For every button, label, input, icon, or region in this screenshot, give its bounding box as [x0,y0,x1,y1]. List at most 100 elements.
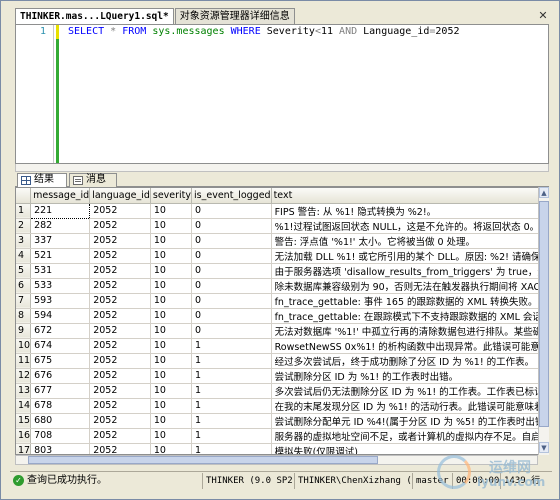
table-cell[interactable]: 803 [30,443,91,454]
column-header-message-id[interactable]: message_id [30,188,91,204]
table-cell[interactable]: 2052 [89,443,151,454]
table-cell[interactable]: 0 [191,248,272,264]
table-cell[interactable]: 10 [150,443,193,454]
row-number[interactable]: 4 [16,248,32,264]
sql-code-line[interactable]: SELECT * FROM sys.messages WHERE Severit… [68,26,460,37]
row-number[interactable]: 5 [16,263,32,279]
table-cell[interactable]: 10 [150,203,193,219]
horizontal-scrollbar[interactable] [15,455,538,465]
table-cell[interactable]: 2052 [89,203,151,219]
table-cell[interactable]: 10 [150,338,193,354]
table-cell[interactable]: 无法对数据库 '%1!' 中孤立行再的清除数据包进行排队。某些磁盘空间可 [271,323,548,339]
table-cell[interactable]: 2052 [89,308,151,324]
editor-horizontal-scrollbar[interactable] [15,164,549,172]
table-cell[interactable]: 10 [150,263,193,279]
column-header-severity[interactable]: severity [150,188,193,204]
table-row[interactable]: 4 521 2052 10 0 无法加载 DLL %1! 或它所引用的某个 DLL。原因:… [16,248,548,264]
table-cell[interactable]: 672 [30,323,91,339]
table-row[interactable]: 6 533 2052 10 0 除未数据库兼容级别为 90，否则无法在触发器执行期间将 X… [16,278,548,294]
table-cell[interactable]: 10 [150,413,193,429]
table-cell[interactable]: 2052 [89,233,151,249]
table-cell[interactable]: 0 [191,203,272,219]
table-cell[interactable]: 594 [30,308,91,324]
scroll-up-icon[interactable]: ▲ [539,187,549,198]
table-cell[interactable]: 10 [150,353,193,369]
table-cell[interactable]: 2052 [89,353,151,369]
table-cell[interactable]: 0 [191,293,272,309]
close-icon[interactable]: ✕ [537,10,549,22]
table-cell[interactable]: 2052 [89,338,151,354]
table-cell[interactable]: 10 [150,368,193,384]
table-cell[interactable]: 无法加载 DLL %1! 或它所引用的某个 DLL。原因: %2! 请确保安装了… [271,248,548,264]
row-number[interactable]: 15 [16,413,32,429]
table-row[interactable]: 9 672 2052 10 0 无法对数据库 '%1!' 中孤立行再的清除数据包进行排队。… [16,323,548,339]
table-cell[interactable]: 533 [30,278,91,294]
table-cell[interactable]: 2052 [89,428,151,444]
row-number[interactable]: 10 [16,338,32,354]
table-row[interactable]: 2 282 2052 10 0 %1!过程试图返回状态 NULL，这是不允许的。将返回状态… [16,218,548,234]
table-cell[interactable]: 674 [30,338,91,354]
table-cell[interactable]: 337 [30,233,91,249]
table-cell[interactable]: 2052 [89,323,151,339]
table-cell[interactable]: fn_trace_gettable: 在跟踪模式下不支持跟踪数据的 XML 会话… [271,308,548,324]
row-number[interactable]: 14 [16,398,32,414]
table-cell[interactable]: 2052 [89,413,151,429]
table-cell[interactable]: 0 [191,323,272,339]
table-cell[interactable]: 1 [191,443,272,454]
vertical-scrollbar[interactable]: ▲ ▼ [538,187,549,455]
grid-corner[interactable] [16,188,32,204]
tab-results[interactable]: 结果 [17,173,67,188]
table-cell[interactable]: 经过多次尝试后，终于成功删除了分区 ID 为 %1! 的工作表。 [271,353,548,369]
table-cell[interactable]: 由于服务器选项 'disallow_results_from_triggers'… [271,263,548,279]
table-cell[interactable]: 1 [191,338,272,354]
scroll-thumb[interactable] [539,201,549,427]
table-cell[interactable]: 10 [150,398,193,414]
table-cell[interactable]: fn_trace_gettable: 事件 165 的跟踪数据的 XML 转换失… [271,293,548,309]
table-cell[interactable]: 677 [30,383,91,399]
table-row[interactable]: 13 677 2052 10 1 多次尝试后仍无法删除分区 ID 为 %1! 的工作表。工… [16,383,548,399]
table-cell[interactable]: 531 [30,263,91,279]
table-cell[interactable]: 593 [30,293,91,309]
column-header-text[interactable]: text [271,188,548,204]
table-row[interactable]: 1 221 2052 10 0 FIPS 警告: 从 %1! 隐式转换为 %2!。 [16,202,548,219]
row-number[interactable]: 13 [16,383,32,399]
table-cell[interactable]: 10 [150,233,193,249]
table-cell[interactable]: 2052 [89,248,151,264]
row-number[interactable]: 11 [16,353,32,369]
table-cell[interactable]: 10 [150,293,193,309]
table-row[interactable]: 17 803 2052 10 1 模拟失败(仅限调试) [16,443,548,454]
table-cell[interactable]: 521 [30,248,91,264]
column-header-is-event-logged[interactable]: is_event_logged [191,188,272,204]
table-row[interactable]: 8 594 2052 10 0 fn_trace_gettable: 在跟踪模式下不支持跟… [16,308,548,324]
table-cell[interactable]: 尝试删除分配单元 ID %4!(属于分区 ID 为 %5! 的工作表时出错 [%… [271,413,548,429]
table-cell[interactable]: 10 [150,323,193,339]
table-cell[interactable]: 2052 [89,293,151,309]
table-cell[interactable]: 10 [150,428,193,444]
table-cell[interactable]: 0 [191,278,272,294]
table-cell[interactable]: 676 [30,368,91,384]
sql-editor[interactable]: 1 SELECT * FROM sys.messages WHERE Sever… [15,24,549,164]
table-cell[interactable]: 多次尝试后仍无法删除分区 ID 为 %1! 的工作表。工作表已标记为要延迟 [271,383,548,399]
row-number[interactable]: 9 [16,323,32,339]
row-number[interactable]: 2 [16,218,32,234]
table-cell[interactable]: 1 [191,428,272,444]
table-row[interactable]: 14 678 2052 10 1 在我的末尾发现分区 ID 为 %1! 的活动行表。此错误… [16,398,548,414]
table-cell[interactable]: 680 [30,413,91,429]
table-row[interactable]: 3 337 2052 10 0 警告: 浮点值 '%1!' 太小。它将被当做 0 处理。 [16,233,548,249]
row-number[interactable]: 1 [16,203,32,219]
table-row[interactable]: 15 680 2052 10 1 尝试删除分配单元 ID %4!(属于分区 ID 为 %5… [16,413,548,429]
table-cell[interactable]: 1 [191,353,272,369]
row-number[interactable]: 3 [16,233,32,249]
table-cell[interactable]: 2052 [89,368,151,384]
row-number[interactable]: 16 [16,428,32,444]
table-cell[interactable]: 2052 [89,278,151,294]
table-cell[interactable]: 模拟失败(仅限调试) [271,443,548,454]
table-row[interactable]: 10 674 2052 10 1 RowsetNewSS 0x%1! 的析构函数中出现异常… [16,338,548,354]
table-cell[interactable]: 2052 [89,383,151,399]
tab-object-explorer-details[interactable]: 对象资源管理器详细信息 [174,8,295,25]
table-cell[interactable]: 282 [30,218,91,234]
table-cell[interactable]: 0 [191,218,272,234]
scroll-down-icon[interactable]: ▼ [539,442,549,453]
table-cell[interactable]: 在我的末尾发现分区 ID 为 %1! 的活动行表。此错误可能意味着对异常的 [271,398,548,414]
table-cell[interactable]: 1 [191,398,272,414]
